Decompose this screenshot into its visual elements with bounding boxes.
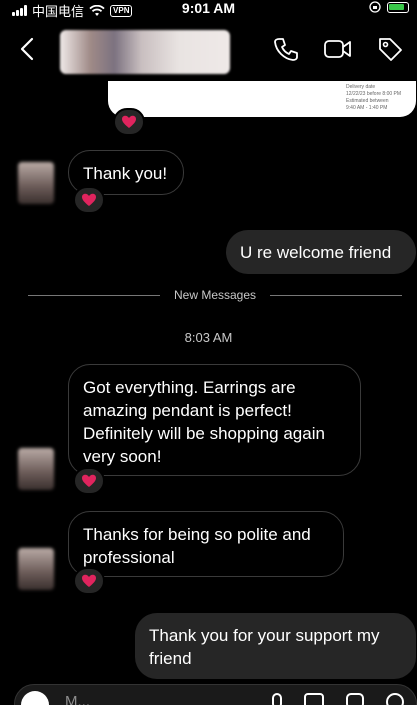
message-text: U re welcome friend bbox=[240, 243, 392, 262]
message-text: Got everything. Earrings are amazing pen… bbox=[83, 378, 325, 466]
message-text: Thank you for your support my friend bbox=[149, 626, 380, 668]
message-composer[interactable]: M... bbox=[14, 684, 417, 705]
video-icon[interactable] bbox=[323, 36, 353, 62]
composer-placeholder: M... bbox=[65, 693, 90, 705]
contact-name-blurred[interactable] bbox=[60, 30, 230, 74]
header-actions bbox=[273, 36, 403, 62]
chevron-left-icon[interactable] bbox=[20, 37, 34, 61]
tag-icon[interactable] bbox=[377, 36, 403, 62]
message-bubble-outgoing[interactable]: U re welcome friend bbox=[226, 230, 416, 274]
status-right bbox=[369, 1, 409, 13]
heart-icon bbox=[82, 193, 96, 206]
message-bubble-outgoing[interactable]: Thank you for your support my friend bbox=[135, 613, 416, 679]
status-time: 9:01 AM bbox=[181, 0, 236, 16]
heart-icon bbox=[82, 474, 96, 487]
status-bar: 中国电信 VPN 9:01 AM bbox=[0, 0, 417, 19]
shared-delivery-card[interactable]: Delivery date 12/22/23 before 8:00 PM Es… bbox=[108, 81, 416, 117]
phone-icon[interactable] bbox=[273, 36, 299, 62]
sender-avatar[interactable] bbox=[18, 162, 54, 204]
sender-avatar[interactable] bbox=[18, 548, 54, 590]
message-text: Thank you! bbox=[83, 164, 168, 183]
heart-reaction[interactable] bbox=[73, 567, 105, 595]
divider-label: New Messages bbox=[173, 288, 257, 302]
heart-icon bbox=[122, 115, 136, 128]
add-icon[interactable] bbox=[386, 693, 404, 705]
delivery-card-text: Delivery date 12/22/23 before 8:00 PM Es… bbox=[346, 84, 402, 111]
heart-reaction[interactable] bbox=[73, 467, 105, 495]
message-text: Thanks for being so polite and professio… bbox=[83, 525, 311, 567]
camera-icon[interactable] bbox=[21, 691, 49, 705]
microphone-icon[interactable] bbox=[272, 693, 282, 705]
battery-icon bbox=[387, 1, 409, 13]
gallery-icon[interactable] bbox=[304, 693, 324, 705]
composer-actions bbox=[272, 693, 404, 705]
message-bubble-incoming[interactable]: Got everything. Earrings are amazing pen… bbox=[68, 364, 361, 476]
heart-icon bbox=[82, 574, 96, 587]
message-timestamp: 8:03 AM bbox=[184, 330, 233, 345]
chat-header bbox=[0, 18, 417, 84]
sticker-icon[interactable] bbox=[346, 693, 364, 705]
heart-reaction[interactable] bbox=[73, 186, 105, 214]
message-bubble-incoming[interactable]: Thanks for being so polite and professio… bbox=[68, 511, 344, 577]
sender-avatar[interactable] bbox=[18, 448, 54, 490]
heart-reaction[interactable] bbox=[113, 108, 145, 136]
orientation-lock-icon bbox=[369, 1, 381, 13]
new-messages-divider: New Messages bbox=[28, 288, 402, 302]
